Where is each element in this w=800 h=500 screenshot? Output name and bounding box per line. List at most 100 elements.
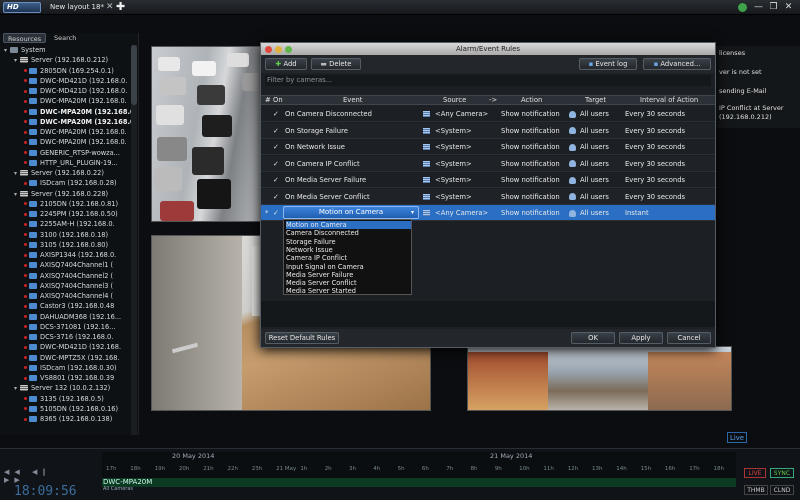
row-interval[interactable]: Every 30 seconds xyxy=(625,106,685,122)
delete-rule-button[interactable]: ▬ Delete xyxy=(311,58,361,70)
row-interval[interactable]: Instant xyxy=(625,205,649,221)
row-event[interactable]: On Camera IP Conflict xyxy=(285,156,360,172)
col-action[interactable]: Action xyxy=(521,96,542,105)
rule-row[interactable]: ✓ On Media Server Conflict <System> Show no… xyxy=(261,188,715,205)
row-interval[interactable]: Every 30 seconds xyxy=(625,172,685,188)
enabled-checkbox[interactable]: ✓ xyxy=(273,144,279,151)
left-scrollbar[interactable] xyxy=(131,45,137,435)
row-target[interactable]: All users xyxy=(580,205,609,221)
row-source[interactable]: <System> xyxy=(435,156,472,172)
help-icon[interactable] xyxy=(738,3,747,12)
add-rule-button[interactable]: ✚ Add xyxy=(265,58,307,70)
tree-item[interactable]: DWC-MPA20M (192.168.0. xyxy=(24,127,127,137)
row-target[interactable]: All users xyxy=(580,106,609,122)
event-option[interactable]: Storage Failure xyxy=(286,238,336,246)
event-option[interactable]: Camera Disconnected xyxy=(286,229,359,237)
row-event[interactable]: On Network Issue xyxy=(285,139,345,155)
col-event[interactable]: Event xyxy=(343,96,362,105)
calendar-button[interactable]: CLND xyxy=(770,485,794,495)
event-option[interactable]: Input Signal on Camera xyxy=(286,263,364,271)
row-source[interactable]: <System> xyxy=(435,123,472,139)
row-target[interactable]: All users xyxy=(580,139,609,155)
col-interval[interactable]: Interval of Action xyxy=(640,96,698,105)
tree-item[interactable]: DCS-371081 (192.16... xyxy=(24,322,115,332)
event-option[interactable]: Camera IP Conflict xyxy=(286,254,347,262)
row-interval[interactable]: Every 30 seconds xyxy=(625,139,685,155)
tree-item[interactable]: ISDcam (192.168.0.30) xyxy=(24,363,117,373)
row-source[interactable]: <Any Camera> xyxy=(435,205,488,221)
event-option[interactable]: Network Issue xyxy=(286,246,333,254)
row-target[interactable]: All users xyxy=(580,172,609,188)
row-interval[interactable]: Every 30 seconds xyxy=(625,123,685,139)
row-source[interactable]: <System> xyxy=(435,172,472,188)
live-indicator[interactable]: Live xyxy=(727,432,747,443)
event-log-button[interactable]: ▪ Event log xyxy=(579,58,637,70)
row-action[interactable]: Show notification xyxy=(501,156,560,172)
playback-controls[interactable]: ◀◀ ◀‖ ▶▶ xyxy=(4,468,74,484)
scroll-thumb[interactable] xyxy=(131,45,137,105)
rule-row[interactable]: ✓ On Media Server Failure <System> Show not… xyxy=(261,172,715,188)
apply-button[interactable]: Apply xyxy=(619,332,663,344)
tree-item[interactable]: AXISQ7404Channel2 ( xyxy=(24,271,113,281)
tree-item[interactable]: DWC-MPA20M (192.168.0. xyxy=(24,137,127,147)
rule-row[interactable]: ✓ On Camera IP Conflict <System> Show notif… xyxy=(261,155,715,172)
enabled-checkbox[interactable]: ✓ xyxy=(273,193,279,200)
reset-default-rules-button[interactable]: Reset Default Rules xyxy=(265,332,339,344)
tree-item[interactable]: DWC-MPA20M (192.168.0. xyxy=(24,107,137,117)
tree-item[interactable]: DWC-MD421D (192.168.0. xyxy=(24,86,127,96)
tree-item[interactable]: ISDcam (192.168.0.28) xyxy=(24,178,117,188)
minimize-icon[interactable]: — xyxy=(752,1,765,14)
tree-item[interactable]: DWC-MD421D (192.168.0. xyxy=(24,76,127,86)
row-target[interactable]: All users xyxy=(580,156,609,172)
tree-item[interactable]: ▾ Server (192.168.0.212) xyxy=(14,55,108,65)
tree-item[interactable]: DWC-MD421D (192.168. xyxy=(24,342,121,352)
advanced-button[interactable]: ▪ Advanced... xyxy=(643,58,711,70)
tree-item[interactable]: ▾ Server (192.168.0.22) xyxy=(14,168,104,178)
row-action[interactable]: Show notification xyxy=(501,189,560,205)
row-source[interactable]: <System> xyxy=(435,139,472,155)
tree-item[interactable]: ▾ Server 132 (10.0.2.132) xyxy=(14,383,110,393)
enabled-checkbox[interactable]: ✓ xyxy=(273,111,279,118)
tree-item[interactable]: Castor3 (192.168.0.48 xyxy=(24,301,114,311)
row-action[interactable]: Show notification xyxy=(501,205,560,221)
row-target[interactable]: All users xyxy=(580,123,609,139)
enabled-checkbox[interactable]: ✓ xyxy=(273,127,279,134)
close-tab-icon[interactable]: ✕ xyxy=(106,0,114,15)
tree-item[interactable]: AXISQ7404Channel1 ( xyxy=(24,260,113,270)
event-option[interactable]: Motion on Camera xyxy=(286,221,411,230)
rule-row[interactable]: ✓ On Storage Failure <System> Show notifica… xyxy=(261,122,715,139)
tree-item[interactable]: 3105 (192.168.0.80) xyxy=(24,240,108,250)
event-option[interactable]: Media Server Conflict xyxy=(286,279,357,287)
app-logo[interactable]: HD xyxy=(3,2,41,13)
event-type-select[interactable]: Motion on Camera ▾ xyxy=(283,206,419,219)
rule-row[interactable]: ✓ On Camera Disconnected <Any Camera> Show … xyxy=(261,106,715,122)
row-action[interactable]: Show notification xyxy=(501,106,560,122)
tree-item[interactable]: 3135 (192.168.0.5) xyxy=(24,394,104,404)
event-option[interactable]: Media Server Started xyxy=(286,287,356,295)
row-event[interactable]: On Media Server Conflict xyxy=(285,189,370,205)
enabled-checkbox[interactable]: ✓ xyxy=(273,210,279,217)
zoom-dialog-icon[interactable] xyxy=(285,46,292,53)
row-action[interactable]: Show notification xyxy=(501,172,560,188)
row-source[interactable]: <Any Camera> xyxy=(435,106,488,122)
event-option[interactable]: Media Server Failure xyxy=(286,271,353,279)
tree-item[interactable]: 5105DN (192.168.0.16) xyxy=(24,404,118,414)
enabled-checkbox[interactable]: ✓ xyxy=(273,177,279,184)
col-target[interactable]: Target xyxy=(585,96,606,105)
tree-item[interactable]: AXISP1344 (192.168.0. xyxy=(24,250,116,260)
layout-tab-title[interactable]: New layout 18* xyxy=(50,0,104,15)
col-on[interactable]: On xyxy=(273,96,283,105)
camera-tile-warehouse[interactable] xyxy=(467,346,732,411)
camera-tile-highway[interactable] xyxy=(151,46,265,222)
row-source[interactable]: <System> xyxy=(435,189,472,205)
enabled-checkbox[interactable]: ✓ xyxy=(273,160,279,167)
tree-item[interactable]: DWC-MPTZ5X (192.168. xyxy=(24,353,120,363)
tree-item[interactable]: 2105DN (192.168.0.81) xyxy=(24,199,118,209)
row-interval[interactable]: Every 30 seconds xyxy=(625,189,685,205)
close-dialog-icon[interactable] xyxy=(265,46,272,53)
tree-item[interactable]: AXISQ7404Channel4 ( xyxy=(24,291,113,301)
row-event[interactable]: On Camera Disconnected xyxy=(285,106,372,122)
live-button[interactable]: LIVE xyxy=(744,468,766,478)
ok-button[interactable]: OK xyxy=(571,332,615,344)
tab-resources[interactable]: Resources xyxy=(3,33,47,43)
